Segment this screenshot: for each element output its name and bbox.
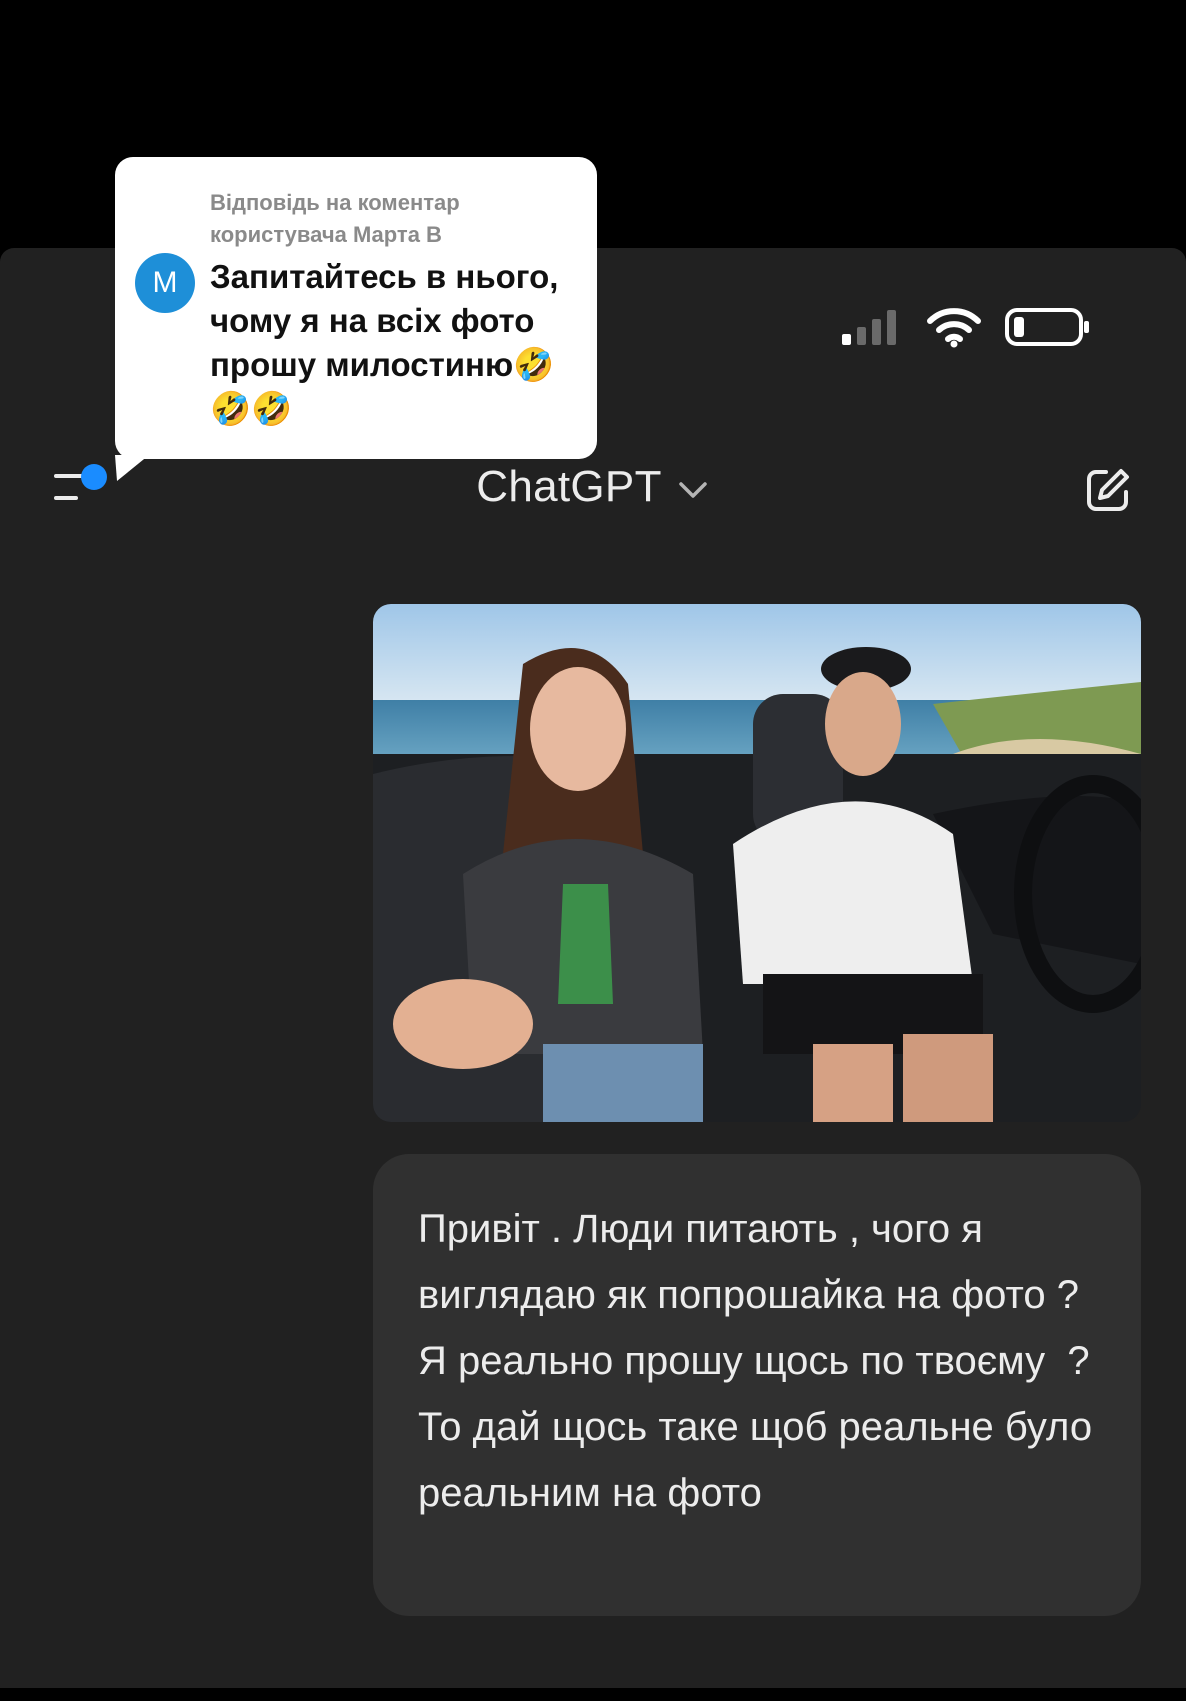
sticker-caption: Відповідь на коментар користувача Марта … bbox=[210, 187, 590, 251]
status-bar bbox=[838, 306, 1092, 348]
sticker-caption-line1: Відповідь на коментар bbox=[210, 190, 460, 215]
battery-icon bbox=[1005, 308, 1089, 346]
attached-photo[interactable] bbox=[373, 604, 1141, 1122]
sticker-comment-text: Запитайтесь в нього, чому я на всіх фото… bbox=[210, 258, 559, 427]
model-name: ChatGPT bbox=[476, 462, 662, 511]
model-selector[interactable]: ChatGPT bbox=[0, 462, 1186, 512]
chevron-down-icon bbox=[679, 482, 707, 498]
user-message-text: Привіт . Люди питають , чого я виглядаю … bbox=[418, 1207, 1104, 1515]
signal-icon bbox=[842, 310, 896, 345]
user-message-bubble: Привіт . Люди питають , чого я виглядаю … bbox=[373, 1154, 1141, 1616]
sticker-tail bbox=[115, 455, 149, 481]
wifi-icon bbox=[927, 308, 981, 348]
avatar: M bbox=[135, 253, 195, 313]
sticker-caption-line2: користувача Марта В bbox=[210, 222, 442, 247]
reply-comment-sticker: Відповідь на коментар користувача Марта … bbox=[115, 157, 597, 459]
new-chat-icon[interactable] bbox=[1084, 466, 1132, 514]
screen: ChatGPT Привіт . Люди питають , чого я в… bbox=[0, 0, 1186, 1701]
